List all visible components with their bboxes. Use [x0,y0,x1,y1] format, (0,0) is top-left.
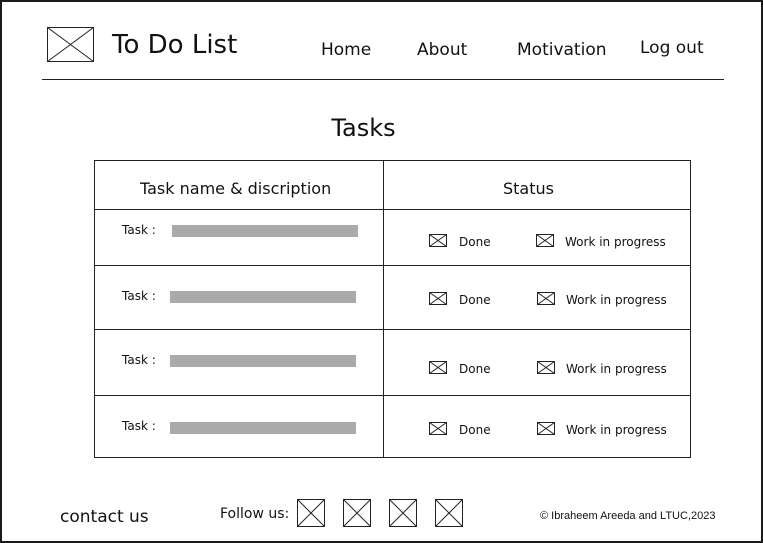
task-input-placeholder[interactable] [170,291,356,303]
column-header-status: Status [503,179,554,198]
done-checkbox-icon[interactable] [429,234,447,247]
column-header-task-name: Task name & discription [140,179,332,198]
done-checkbox-icon[interactable] [429,292,447,305]
social-placeholder-icon[interactable] [435,499,463,527]
in-progress-label[interactable]: Work in progress [566,423,667,437]
in-progress-label[interactable]: Work in progress [566,362,667,376]
in-progress-checkbox-icon[interactable] [537,422,555,435]
nav-about-link[interactable]: About [417,40,467,60]
table-row: Task : Done Work in progress [95,330,690,395]
header-divider [42,79,724,80]
table-row: Task : Done Work in progress [95,210,690,265]
app-title: To Do List [112,30,238,60]
in-progress-label[interactable]: Work in progress [566,293,667,307]
task-input-placeholder[interactable] [170,355,356,367]
task-input-placeholder[interactable] [170,422,356,434]
in-progress-checkbox-icon[interactable] [537,292,555,305]
table-row: Task : Done Work in progress [95,396,690,458]
in-progress-label[interactable]: Work in progress [565,235,666,249]
done-label[interactable]: Done [459,362,491,376]
wireframe-frame: To Do List Home About Motivation Log out… [0,0,763,543]
nav-home-link[interactable]: Home [321,40,371,60]
page-title: Tasks [331,114,396,142]
task-table: Task name & discription Status Task : Do… [94,160,691,458]
in-progress-checkbox-icon[interactable] [536,234,554,247]
table-row: Task : Done Work in progress [95,266,690,329]
logo-placeholder-icon[interactable] [47,27,94,62]
nav-motivation-link[interactable]: Motivation [517,40,607,60]
done-label[interactable]: Done [459,293,491,307]
follow-us-label: Follow us: [220,506,290,522]
done-checkbox-icon[interactable] [429,361,447,374]
contact-us-link[interactable]: contact us [60,507,149,527]
in-progress-checkbox-icon[interactable] [537,361,555,374]
task-label: Task : [122,353,156,367]
nav-logout-link[interactable]: Log out [640,38,704,58]
task-label: Task : [122,419,156,433]
copyright-text: © Ibraheem Areeda and LTUC,2023 [540,510,716,522]
task-label: Task : [122,223,156,237]
task-input-placeholder[interactable] [172,225,358,237]
social-placeholder-icon[interactable] [389,499,417,527]
social-placeholder-icon[interactable] [343,499,371,527]
done-label[interactable]: Done [459,423,491,437]
task-label: Task : [122,289,156,303]
done-checkbox-icon[interactable] [429,422,447,435]
done-label[interactable]: Done [459,235,491,249]
social-placeholder-icon[interactable] [297,499,325,527]
